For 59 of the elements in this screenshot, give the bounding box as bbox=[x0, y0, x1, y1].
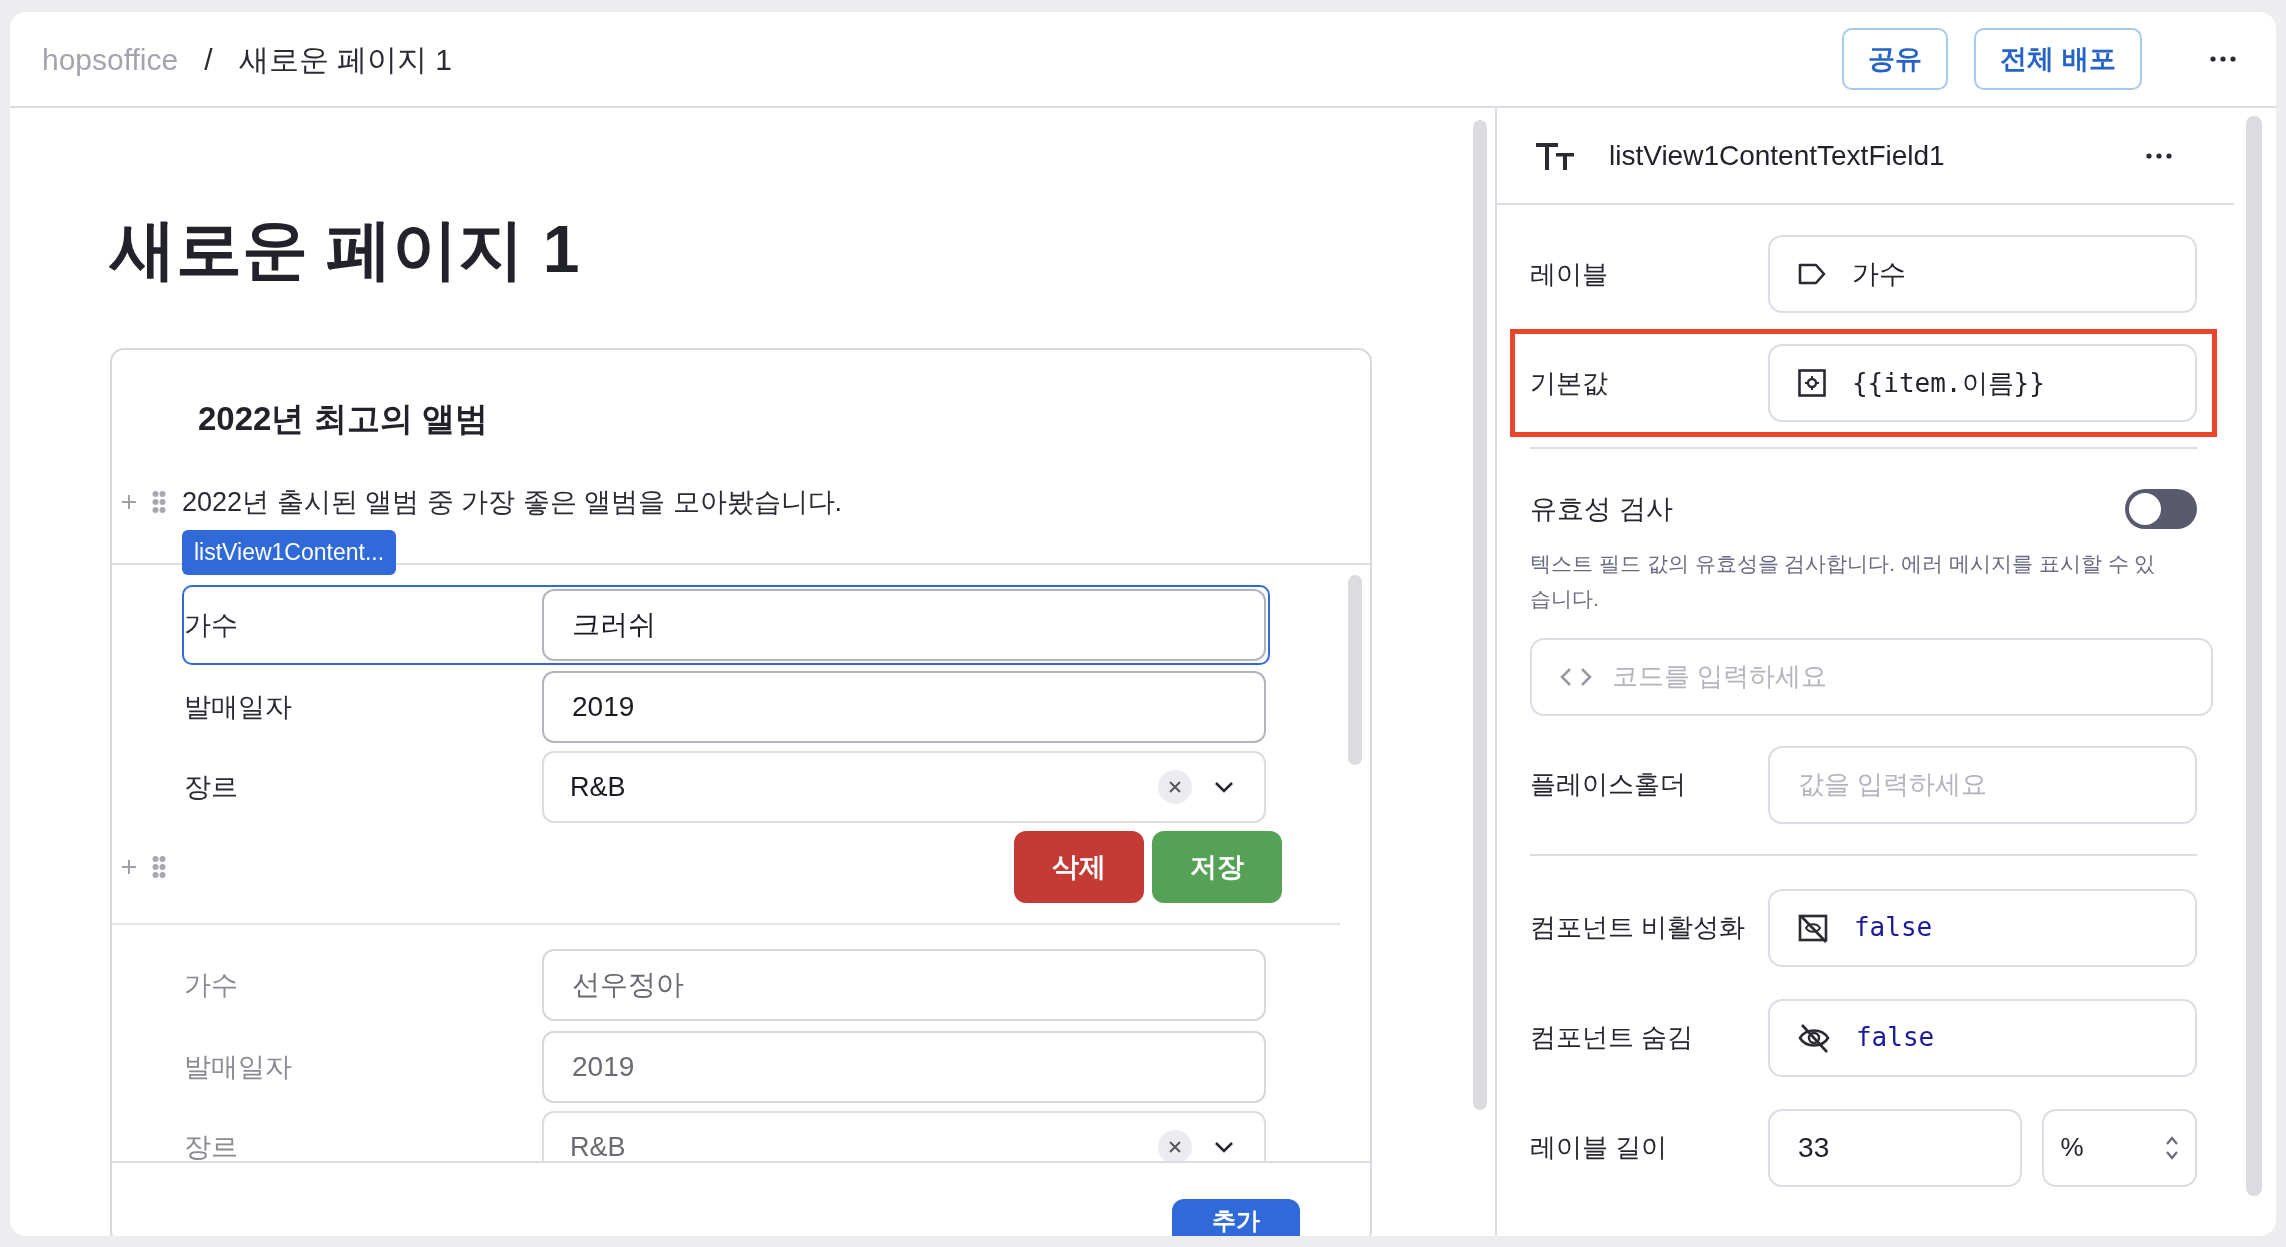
selection-tag[interactable]: listView1Content... bbox=[182, 530, 397, 575]
text-field[interactable]: 2019 bbox=[542, 671, 1266, 743]
select-field[interactable]: R&B bbox=[542, 751, 1266, 823]
selected-item-outline[interactable]: 가수 크러쉬 bbox=[182, 585, 1270, 665]
chevron-down-icon[interactable] bbox=[1214, 1141, 1234, 1153]
field-label: 가수 bbox=[184, 608, 239, 642]
clear-icon[interactable] bbox=[1158, 770, 1192, 804]
field-label: 장르 bbox=[184, 770, 239, 804]
clear-icon[interactable] bbox=[1158, 1130, 1192, 1161]
text-type-icon bbox=[1535, 140, 1575, 171]
field-label: 발매일자 bbox=[184, 1050, 293, 1084]
select-field[interactable]: R&B bbox=[542, 1111, 1266, 1161]
header-button[interactable]: 전체 배포 bbox=[1974, 28, 2142, 90]
stepper-icon[interactable] bbox=[2165, 1134, 2179, 1161]
plus-icon[interactable] bbox=[120, 858, 138, 876]
field-label: 발매일자 bbox=[184, 690, 293, 724]
label-width-field[interactable]: 33 bbox=[1768, 1108, 2023, 1187]
canvas-scrollbar[interactable] bbox=[1473, 120, 1487, 1110]
header-button[interactable]: 공유 bbox=[1842, 28, 1949, 90]
toggle-switch[interactable] bbox=[2125, 489, 2197, 530]
drag-handle-icon[interactable] bbox=[152, 856, 166, 878]
card-title: 2022년 최고의 앨범 bbox=[198, 399, 488, 439]
field-label: 가수 bbox=[184, 968, 239, 1002]
more-icon[interactable] bbox=[2210, 56, 2236, 62]
property-label: 레이블 길이 bbox=[1530, 1131, 1669, 1164]
property-label: 컴포넌트 숨김 bbox=[1530, 1021, 1695, 1054]
add-button[interactable]: 추가 bbox=[1172, 1199, 1300, 1236]
field-label: 장르 bbox=[184, 1130, 239, 1161]
page-breadcrumb[interactable]: 새로운 페이지 1 bbox=[238, 36, 452, 82]
list-scrollbar[interactable] bbox=[1348, 575, 1362, 765]
property-label: 유효성 검사 bbox=[1530, 493, 1673, 526]
property-label: 기본값 bbox=[1530, 366, 1609, 400]
inspector-scrollbar[interactable] bbox=[2246, 116, 2262, 1196]
default-value-field[interactable]: {{item.이름}} bbox=[1767, 344, 2197, 422]
card-description: 2022년 출시된 앨범 중 가장 좋은 앨범을 모아봤습니다. bbox=[182, 486, 843, 519]
text-field[interactable]: 크러쉬 bbox=[542, 589, 1266, 661]
disabled-icon bbox=[1797, 912, 1828, 943]
chevron-down-icon[interactable] bbox=[1214, 781, 1234, 793]
plus-icon[interactable] bbox=[120, 493, 138, 512]
expression-icon bbox=[1797, 369, 1826, 397]
eye-off-icon bbox=[1797, 1022, 1830, 1053]
property-label: 플레이스홀더 bbox=[1530, 768, 1687, 801]
validation-description: 텍스트 필드 값의 유효성을 검사합니다. 에러 메시지를 표시할 수 있습니다. bbox=[1529, 550, 2157, 612]
drag-handle-icon[interactable] bbox=[152, 491, 166, 514]
page-title: 새로운 페이지 1 bbox=[110, 216, 581, 282]
tag-icon bbox=[1797, 263, 1826, 285]
property-label: 레이블 bbox=[1530, 257, 1609, 291]
breadcrumb-separator: / bbox=[204, 41, 213, 78]
code-icon bbox=[1560, 665, 1592, 688]
text-field[interactable]: 선우정아 bbox=[542, 949, 1266, 1021]
property-label: 컴포넌트 비활성화 bbox=[1530, 911, 1747, 944]
more-icon[interactable] bbox=[2146, 152, 2172, 159]
action-button[interactable]: 삭제 bbox=[1014, 831, 1144, 903]
hidden-field[interactable]: false bbox=[1767, 998, 2197, 1077]
label-field[interactable]: 가수 bbox=[1767, 235, 2197, 313]
unit-select[interactable]: % bbox=[2042, 1108, 2197, 1187]
action-button[interactable]: 저장 bbox=[1152, 831, 1282, 903]
component-title: listView1ContentTextField1 bbox=[1609, 138, 1945, 173]
text-field[interactable]: 2019 bbox=[542, 1031, 1266, 1103]
